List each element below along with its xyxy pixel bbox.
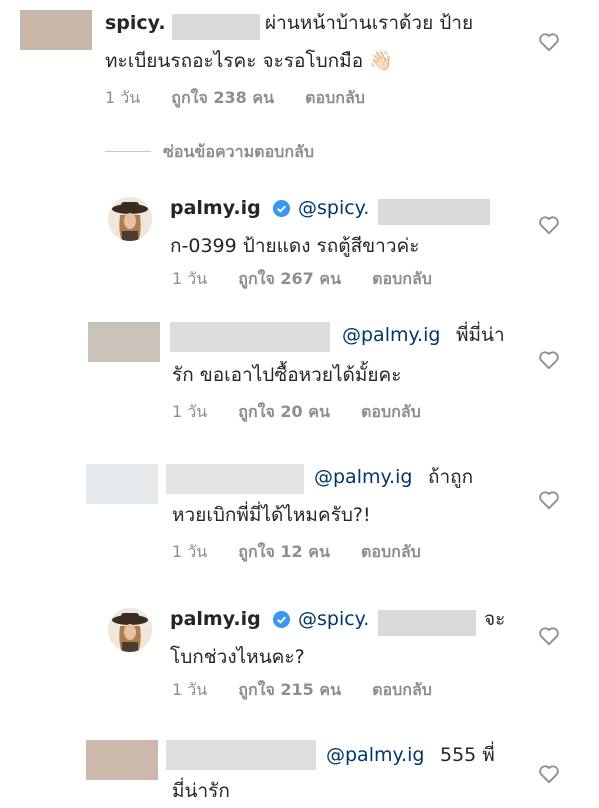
verified-badge-icon [272,199,291,218]
comment-meta: 1 วัน ถูกใจ 20 คน ตอบกลับ [172,400,447,425]
comment-text-line2: ทะเบียนรถอะไรคะ จะรอโบกมือ 👋🏻 [105,50,393,72]
username-blur [170,322,330,352]
comment-meta: 1 วัน ถูกใจ 215 คน ตอบกลับ [172,678,458,703]
like-count[interactable]: ถูกใจ 238 คน [171,88,274,107]
avatar-blurred[interactable] [86,464,158,504]
comment-time: 1 วัน [172,542,208,561]
heart-outline-icon[interactable] [538,626,560,646]
heart-outline-icon[interactable] [538,215,560,235]
comment-text-line2: มี่น่ารัก [172,780,230,802]
mention-link[interactable]: @palmy.ig [326,738,424,772]
heart-outline-icon[interactable] [538,764,560,784]
comment-time: 1 วัน [172,269,208,288]
mention-link[interactable]: @spicy. [298,191,369,225]
comment-text-line2: ก-0399 ป้ายแดง รถตู้สีขาวค่ะ [170,235,420,257]
comment-4: @palmy.ig ถ้าถูก หวยเบิกพี่มี่ได้ไหมครับ… [0,452,599,564]
comment-2: palmy.ig @spicy. ก-0399 ป้ายแดง รถตู้สีข… [0,185,599,295]
reply-button[interactable]: ตอบกลับ [372,269,432,288]
username-blur [166,464,304,494]
reply-button[interactable]: ตอบกลับ [361,542,421,561]
username-blur [172,14,260,40]
divider-line [105,151,151,152]
mention-link[interactable]: @palmy.ig [314,460,412,494]
username-blur [378,610,476,636]
comment-text-line1: จะ [484,608,506,630]
comment-text-line1: พี่มี่น่า [456,324,505,346]
avatar[interactable] [108,197,152,241]
reply-button[interactable]: ตอบกลับ [305,88,365,107]
hide-replies-button[interactable]: ซ่อนข้อความตอบกลับ [163,140,314,165]
comment-3: @palmy.ig พี่มี่น่า รัก ขอเอาไปซื้อหวยได… [0,312,599,427]
heart-outline-icon[interactable] [538,350,560,370]
heart-outline-icon[interactable] [538,32,560,52]
comment-text-line2: โบกช่วงไหนคะ? [170,646,305,668]
comment-time: 1 วัน [105,88,141,107]
avatar-blurred[interactable] [20,10,92,50]
mention-link[interactable]: @spicy. [298,602,369,636]
comment-text-line1: 555 พี่ [440,744,495,766]
like-count[interactable]: ถูกใจ 12 คน [238,542,330,561]
comment-time: 1 วัน [172,680,208,699]
heart-outline-icon[interactable] [538,490,560,510]
comment-text-line1: ถ้าถูก [428,466,474,488]
like-count[interactable]: ถูกใจ 20 คน [238,402,330,421]
comment-1: spicy. ผ่านหน้าบ้านเราด้วย ป้าย ทะเบียนร… [0,0,599,120]
avatar[interactable] [108,608,152,652]
comment-meta: 1 วัน ถูกใจ 267 คน ตอบกลับ [172,267,458,292]
reply-button[interactable]: ตอบกลับ [361,402,421,421]
comment-6: @palmy.ig 555 พี่ มี่น่ารัก [0,730,599,807]
avatar-blurred[interactable] [88,322,160,362]
comment-text-line2: หวยเบิกพี่มี่ได้ไหมครับ?! [172,504,371,526]
like-count[interactable]: ถูกใจ 267 คน [238,269,341,288]
avatar-blurred[interactable] [86,740,158,780]
username-blur [378,199,490,225]
comment-meta: 1 วัน ถูกใจ 238 คน ตอบกลับ [105,86,391,111]
comment-text-line2: รัก ขอเอาไปซื้อหวยได้มั้ยคะ [172,364,402,386]
comment-text-line1: ผ่านหน้าบ้านเราด้วย ป้าย [265,12,474,34]
avatar-image [108,197,152,241]
avatar-image [108,608,152,652]
reply-button[interactable]: ตอบกลับ [372,680,432,699]
mention-link[interactable]: @palmy.ig [342,318,440,352]
verified-badge-icon [272,610,291,629]
comment-time: 1 วัน [172,402,208,421]
comment-username[interactable]: spicy. [105,12,166,34]
comment-username[interactable]: palmy.ig [170,197,261,219]
comment-5: palmy.ig @spicy. จะ โบกช่วงไหนคะ? 1 วัน … [0,596,599,706]
username-blur [166,740,316,770]
comment-username[interactable]: palmy.ig [170,608,261,630]
like-count[interactable]: ถูกใจ 215 คน [238,680,341,699]
comment-meta: 1 วัน ถูกใจ 12 คน ตอบกลับ [172,540,447,565]
